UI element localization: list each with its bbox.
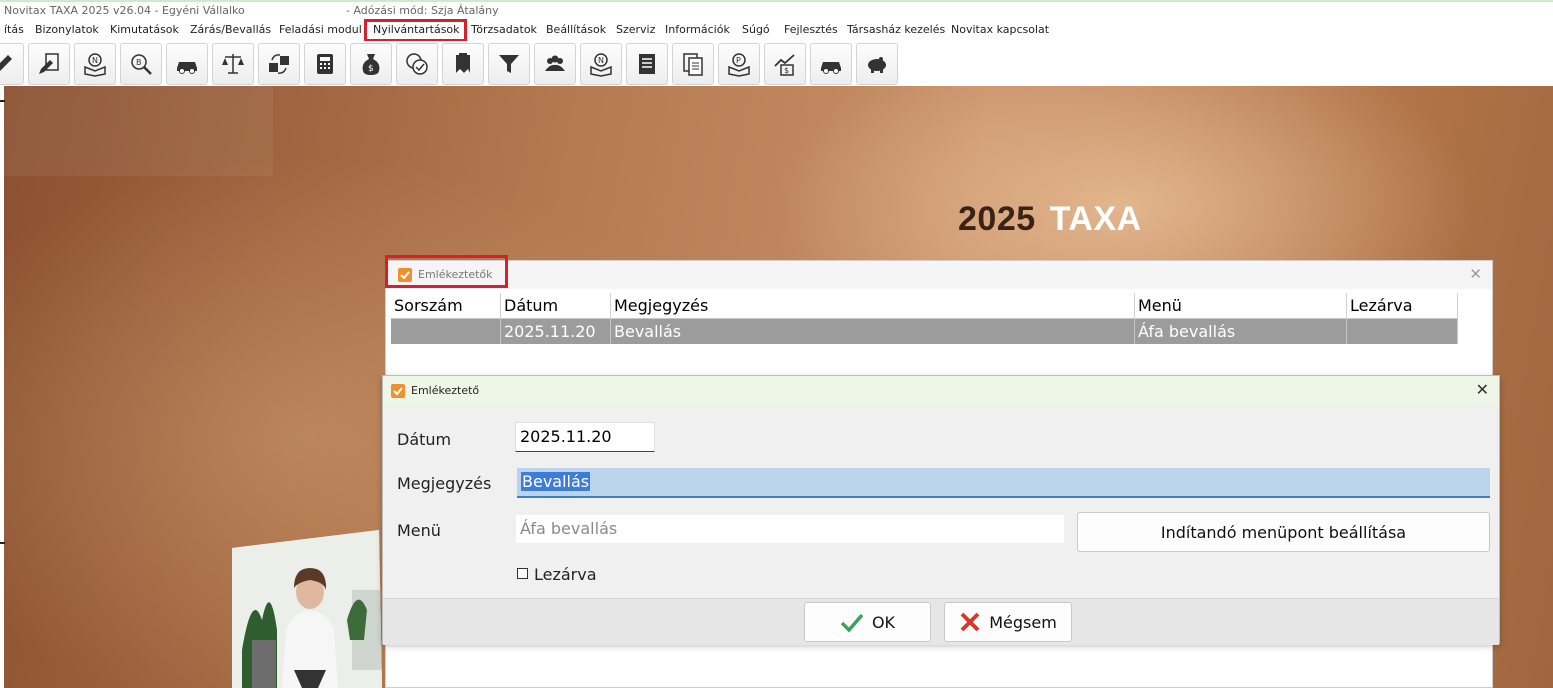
edge-mark [0,542,5,544]
column-header-lezarva[interactable]: Lezárva [1347,293,1458,318]
people-icon[interactable] [534,43,576,85]
car-icon[interactable] [166,43,208,85]
cancel-label: Mégsem [989,612,1057,632]
closed-checkbox[interactable] [517,568,528,579]
note-field[interactable]: Bevallás [517,468,1490,498]
date-label: Dátum [397,430,452,449]
menu-item-beallitasok[interactable]: Beállítások [546,23,606,36]
cell-datum: 2025.11.20 [501,319,611,344]
document-list-icon[interactable] [626,43,668,85]
cancel-button[interactable]: Mégsem [944,602,1072,642]
redacted-name [245,4,345,18]
column-header-sorszam[interactable]: Sorszám [391,293,501,318]
pencil-icon[interactable] [0,43,24,85]
brand-name: TAXA [1049,200,1142,238]
check-icon [391,384,405,401]
menu-label: Menü [397,521,441,540]
svg-text:$: $ [368,64,374,74]
table-header: Sorszám Dátum Megjegyzés Menü Lezárva [391,293,1458,319]
menu-item[interactable]: ítás [4,23,24,36]
toolbar: N B $ N P $ [0,41,1553,86]
svg-text:N: N [92,56,98,65]
close-icon[interactable]: ✕ [1469,265,1482,283]
highlight-box-menu [364,19,467,42]
close-icon[interactable]: ✕ [1476,380,1489,399]
svg-text:B: B [136,58,142,67]
piggy-bank-icon[interactable] [856,43,898,85]
n-book2-icon[interactable]: N [580,43,622,85]
checkmark-icon [840,612,864,632]
menu-bar: ítás Bizonylatok Kimutatások Zárás/Beval… [0,20,1553,42]
edge-mark [0,100,5,102]
column-header-menu[interactable]: Menü [1135,293,1347,318]
transfer-boxes-icon[interactable] [258,43,300,85]
menu-field[interactable]: Áfa bevallás [515,514,1065,544]
date-field[interactable]: 2025.11.20 [515,422,655,452]
menu-item-tarsashaz-kezeles[interactable]: Társasház kezelés [847,23,945,36]
menu-item-zaras-bevallas[interactable]: Zárás/Bevallás [190,23,271,36]
brand-title: 2025 TAXA [958,200,1142,239]
cell-lezarva [1347,319,1458,344]
cell-sorszam [391,319,501,344]
menu-item-bizonylatok[interactable]: Bizonylatok [35,23,99,36]
highlight-box-reminders [385,255,508,288]
column-header-datum[interactable]: Dátum [501,293,611,318]
calculator-icon[interactable] [304,43,346,85]
person-photo [232,530,382,688]
n-book-icon[interactable]: N [74,43,116,85]
car2-icon[interactable] [810,43,852,85]
tax-mode: - Adózási mód: Szja Átalány [346,4,499,17]
svg-text:P: P [736,56,741,65]
set-menu-button[interactable]: Indítandó menüpont beállítása [1077,512,1490,552]
menu-item-novitax-kapcsolat[interactable]: Novitax kapcsolat [951,23,1049,36]
dialog-titlebar: Emlékeztető ✕ [383,376,1499,405]
menu-item-kimutatasok[interactable]: Kimutatások [110,23,179,36]
menu-item-szerviz[interactable]: Szerviz [616,23,655,36]
cell-megjegyzes: Bevallás [611,319,1135,344]
brand-year: 2025 [958,200,1036,238]
menu-item-sugo[interactable]: Súgó [742,23,770,36]
menu-item-fejlesztes[interactable]: Fejlesztés [784,23,838,36]
edit-document-icon[interactable] [28,43,70,85]
reminders-titlebar: Emlékeztetők ✕ [386,261,1492,289]
menu-item-informaciok[interactable]: Információk [665,23,730,36]
b-search-icon[interactable]: B [120,43,162,85]
reminder-dialog: Emlékeztető ✕ Dátum 2025.11.20 Megjegyzé… [382,375,1500,645]
column-header-megjegyzes[interactable]: Megjegyzés [611,293,1135,318]
menu-item-torzsadatok[interactable]: Törzsadatok [471,23,537,36]
title-bar: Novitax TAXA 2025 v26.04 - Egyéni Vállal… [0,0,1553,20]
stamp-icon[interactable] [442,43,484,85]
p-book-icon[interactable]: P [718,43,760,85]
scales-icon[interactable] [212,43,254,85]
table-row[interactable]: 2025.11.20 Bevallás Áfa bevallás [391,319,1458,344]
svg-text:N: N [598,56,604,65]
documents-icon[interactable] [672,43,714,85]
svg-text:$: $ [784,66,789,75]
chart-dollar-icon[interactable]: $ [764,43,806,85]
coin-check-icon[interactable] [396,43,438,85]
dialog-title: Emlékeztető [411,384,480,397]
funnel-icon[interactable] [488,43,530,85]
window-title: Novitax TAXA 2025 v26.04 - Egyéni Vállal… [4,4,258,17]
note-value: Bevallás [521,472,591,491]
ok-button[interactable]: OK [804,602,931,642]
note-label: Megjegyzés [397,474,492,493]
reminders-table: Sorszám Dátum Megjegyzés Menü Lezárva 20… [391,293,1458,344]
ok-label: OK [871,612,896,632]
cell-menu: Áfa bevallás [1135,319,1347,344]
menu-item-feladasi-modul[interactable]: Feladási modul [279,23,362,36]
money-bag-icon[interactable]: $ [350,43,392,85]
x-icon [959,611,981,633]
closed-label: Lezárva [534,565,597,584]
dialog-footer: OK Mégsem [383,598,1499,645]
background-panel [4,86,273,176]
